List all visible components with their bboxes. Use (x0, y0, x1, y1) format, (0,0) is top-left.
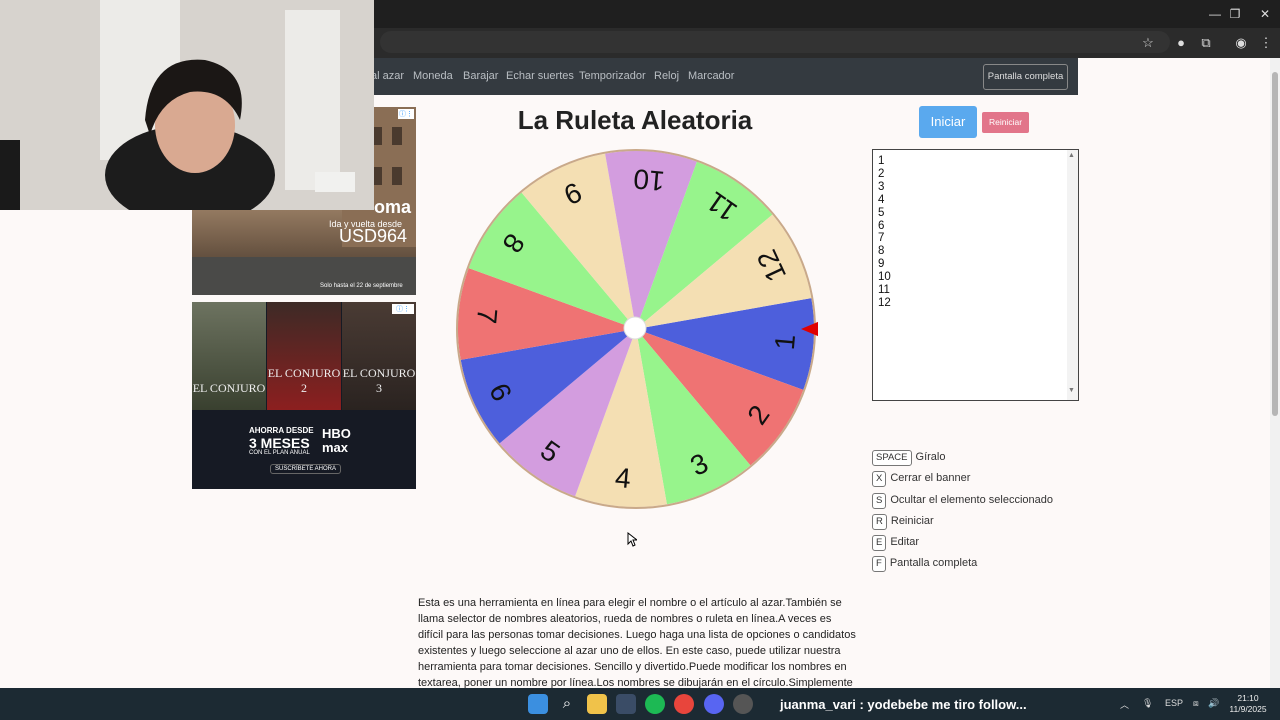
address-bar[interactable] (380, 31, 1170, 53)
profile-icon[interactable]: ◉ (1231, 33, 1251, 53)
extensions-puzzle-icon[interactable]: ⧉ (1196, 33, 1216, 53)
volume-icon[interactable]: 🔊 (1208, 698, 1219, 709)
offer-line-3: CON EL PLAN ANUAL (249, 450, 310, 456)
ad-info-icon[interactable]: ⓘ⋮ (398, 109, 414, 119)
poster-conjuro-2: EL CONJURO 2 (267, 302, 341, 410)
shortcut-key: S (872, 493, 887, 509)
windows-taskbar (0, 688, 1280, 720)
wheel-center-hub (623, 316, 647, 340)
taskbar-clock[interactable]: 21:10 11/9/2025 (1224, 693, 1272, 715)
shortcut-close-banner: X Cerrar el banner (872, 471, 970, 489)
shortcut-label: Reiniciar (890, 515, 934, 527)
nav-link-marcador[interactable]: Marcador (688, 70, 734, 82)
wheel-segment-label: 4 (614, 462, 632, 494)
shortcut-key: SPACE (872, 450, 912, 466)
ad-info-icon[interactable]: ⓘ⋮ (392, 304, 414, 314)
shortcut-key: F (872, 556, 886, 572)
wheel-segment-label: 10 (632, 163, 666, 197)
shortcut-key: E (872, 535, 887, 551)
start-button[interactable]: Iniciar (919, 106, 977, 138)
roulette-wheel[interactable]: 123456789 101112 (454, 147, 818, 511)
hbo-max-ad-banner[interactable]: EL CONJURO EL CONJURO 2 EL CONJURO 3 AHO… (192, 302, 416, 489)
network-icon[interactable]: ⧈ (1193, 698, 1199, 709)
chrome-icon[interactable] (674, 694, 694, 714)
wheel-segment-label: 1 (769, 333, 801, 351)
ad-city: oma (374, 197, 412, 217)
clock-date: 11/9/2025 (1229, 704, 1267, 714)
webcam-overlay (0, 0, 374, 210)
microphone-icon[interactable]: 🎙 (1142, 698, 1153, 709)
shortcut-key: R (872, 514, 887, 530)
stream-chat-overlay: juanma_vari : yodebebe me tiro follow... (780, 697, 1027, 712)
nav-link-moneda[interactable]: Moneda (413, 70, 453, 82)
spotify-icon[interactable] (645, 694, 665, 714)
poster-conjuro-1: EL CONJURO (192, 302, 266, 410)
scroll-up-icon[interactable]: ▲ (1068, 152, 1075, 159)
nav-link-echar-suertes[interactable]: Echar suertes (506, 70, 574, 82)
maximize-icon[interactable]: ❐ (1220, 4, 1250, 24)
page-scrollbar-thumb[interactable] (1272, 72, 1278, 416)
shortcut-hide-selected: S Ocultar el elemento seleccionado (872, 493, 1053, 511)
shortcut-fullscreen: F Pantalla completa (872, 556, 977, 574)
shortcut-spin: SPACE Gíralo (872, 450, 945, 468)
nav-link-barajar[interactable]: Barajar (463, 70, 498, 82)
store-icon[interactable] (616, 694, 636, 714)
shortcut-label: Cerrar el banner (890, 472, 971, 484)
nav-link-al-azar[interactable]: al azar (371, 70, 404, 82)
discord-icon[interactable] (704, 694, 724, 714)
streamer-camera-image (0, 0, 374, 210)
poster-conjuro-3: EL CONJURO 3 (342, 302, 416, 410)
shortcut-edit: E Editar (872, 535, 919, 553)
language-indicator[interactable]: ESP (1165, 698, 1183, 708)
reset-button[interactable]: Reiniciar (982, 112, 1029, 133)
hbo-logo-bottom: max (322, 440, 349, 455)
subscribe-button[interactable]: SUSCRÍBETE AHORA (270, 464, 342, 474)
textarea-scrollbar[interactable]: ▲ ▼ (1067, 150, 1078, 400)
extension-color-icon[interactable]: ● (1171, 33, 1191, 53)
obs-icon[interactable] (733, 694, 753, 714)
names-textarea-content[interactable]: 1 2 3 4 5 6 7 8 9 10 11 12 (878, 155, 891, 310)
nav-link-reloj[interactable]: Reloj (654, 70, 679, 82)
bookmark-star-icon[interactable]: ☆ (1138, 33, 1158, 53)
wheel-segment-label: 7 (471, 307, 503, 325)
fullscreen-button[interactable]: Pantalla completa (983, 64, 1068, 90)
start-menu-icon[interactable] (528, 694, 548, 714)
shortcut-label: Ocultar el elemento seleccionado (890, 494, 1053, 506)
clock-time: 21:10 (1237, 693, 1259, 703)
tray-expand-icon[interactable]: ︿ (1120, 698, 1129, 711)
file-explorer-icon[interactable] (587, 694, 607, 714)
ad-note: Solo hasta el 22 de septiembre (320, 283, 403, 289)
kebab-menu-icon[interactable]: ⋮ (1256, 33, 1276, 53)
scroll-down-icon[interactable]: ▼ (1068, 387, 1075, 394)
close-icon[interactable]: ✕ (1250, 4, 1280, 24)
shortcut-label: Pantalla completa (889, 557, 978, 569)
nav-link-temporizador[interactable]: Temporizador (579, 70, 646, 82)
shortcut-label: Editar (890, 536, 920, 548)
offer-line-2: 3 MESES (249, 435, 310, 451)
ad-price: USD964 (339, 226, 408, 246)
hbo-logo-top: HBO (322, 426, 351, 441)
mouse-cursor-icon (627, 532, 637, 547)
shortcut-reset: R Reiniciar (872, 514, 934, 532)
names-textarea[interactable]: 1 2 3 4 5 6 7 8 9 10 11 12 ▲ ▼ (872, 149, 1079, 401)
page-title: La Ruleta Aleatoria (517, 105, 753, 135)
shortcut-key: X (872, 471, 887, 487)
offer-line-1: AHORRA DESDE (249, 426, 314, 435)
search-icon[interactable]: ⌕ (557, 694, 577, 714)
shortcut-label: Gíralo (915, 451, 946, 463)
